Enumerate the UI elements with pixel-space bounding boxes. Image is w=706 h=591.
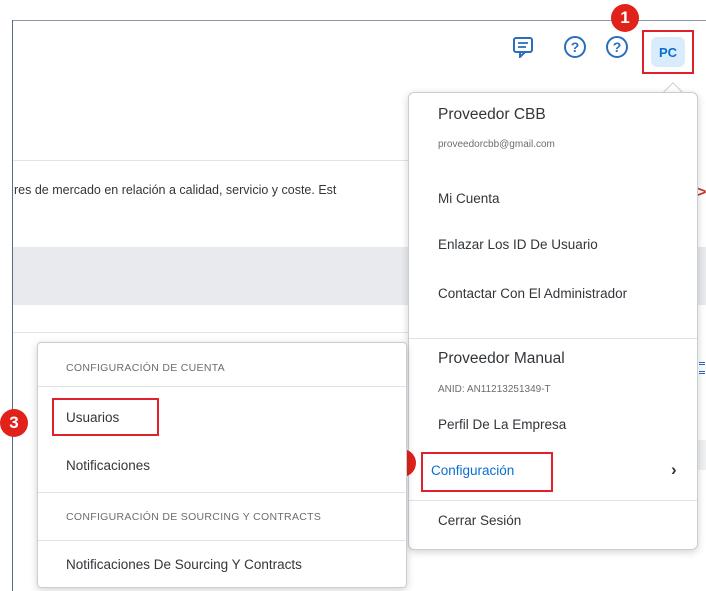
chevron-right-icon: › <box>671 460 677 479</box>
question-mark-icon: ? <box>564 36 586 58</box>
company-name: Proveedor Manual <box>438 350 565 367</box>
menu-item-enlazar-id[interactable]: Enlazar Los ID De Usuario <box>438 237 598 252</box>
menu-divider <box>38 540 406 541</box>
message-icon[interactable] <box>512 36 536 63</box>
page-left-border <box>12 20 13 591</box>
avatar-button[interactable]: PC <box>651 37 685 67</box>
page-top-border <box>12 20 706 21</box>
menu-item-cerrar-sesion[interactable]: Cerrar Sesión <box>438 513 521 528</box>
menu-divider <box>409 500 697 501</box>
divider <box>13 332 408 333</box>
help-icon[interactable]: ? <box>564 36 586 58</box>
section-header-cuenta: CONFIGURACIÓN DE CUENTA <box>66 362 225 374</box>
menu-item-usuarios[interactable]: Usuarios <box>66 410 119 425</box>
divider <box>13 160 408 161</box>
step-badge-1: 1 <box>611 4 639 32</box>
user-name: Proveedor CBB <box>438 106 546 123</box>
menu-item-perfil-empresa[interactable]: Perfil De La Empresa <box>438 417 566 432</box>
user-email: proveedorcbb@gmail.com <box>438 139 555 150</box>
row-band <box>697 440 706 470</box>
menu-divider <box>38 386 406 387</box>
menu-item-mi-cuenta[interactable]: Mi Cuenta <box>438 191 500 206</box>
list-icon[interactable] <box>699 362 705 374</box>
arrow-icon: > <box>697 184 706 201</box>
help-icon-secondary[interactable]: ? <box>606 36 628 58</box>
step-badge-3: 3 <box>0 409 28 437</box>
background-description-text: res de mercado en relación a calidad, se… <box>14 183 337 197</box>
menu-item-notificaciones[interactable]: Notificaciones <box>66 458 150 473</box>
menu-divider <box>409 338 697 339</box>
menu-item-notificaciones-sourcing[interactable]: Notificaciones De Sourcing Y Contracts <box>66 557 302 572</box>
company-anid: ANID: AN11213251349-T <box>438 384 551 395</box>
menu-divider <box>38 492 406 493</box>
menu-item-configuracion[interactable]: Configuración <box>431 463 514 478</box>
gray-band <box>13 247 408 305</box>
question-mark-icon: ? <box>606 36 628 58</box>
avatar-highlight: PC <box>642 30 694 74</box>
section-header-sourcing: CONFIGURACIÓN DE SOURCING Y CONTRACTS <box>66 511 322 523</box>
menu-item-contactar-admin[interactable]: Contactar Con El Administrador <box>438 286 627 301</box>
gray-band <box>697 247 706 305</box>
